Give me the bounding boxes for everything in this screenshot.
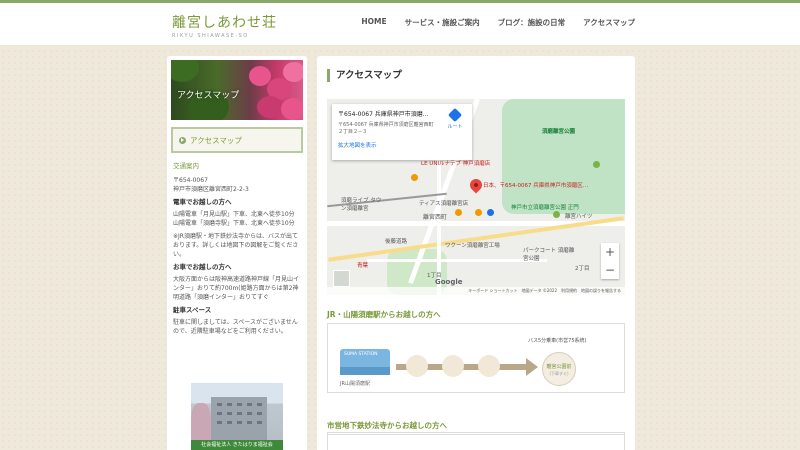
nav-item-home[interactable]: HOME <box>361 17 386 28</box>
photo-caption: 社会福祉法人 きたはりま福祉会 <box>191 440 283 450</box>
map-footer: キーボード ショートカット 地図データ ©2022 利用規約 地図の誤りを報告す… <box>327 287 625 295</box>
bus-time-label: バス5分乗車(市営75系統) <box>528 338 587 344</box>
chevron-circle-icon <box>179 136 186 144</box>
map-park-label: 須磨離宮公園 <box>542 129 576 135</box>
traffic-heading: 交通案内 <box>173 162 199 170</box>
destination-name: 離宮公園前 <box>546 364 572 370</box>
parking-text: 駐車に関しましては、スペースがございませんので、近隣駐車場などをご利用ください。 <box>173 319 298 335</box>
station-label: JR山陽須磨駅 <box>340 381 370 387</box>
postal-code: 〒654-0067 <box>173 177 208 184</box>
map-pin-icon[interactable] <box>467 176 485 194</box>
restaurant-icon[interactable] <box>411 174 418 181</box>
logo-english: RIKYU SHIAWASE-SO <box>172 33 249 39</box>
zoom-out-icon[interactable]: − <box>601 261 619 279</box>
train-note: ※JR須磨駅・地下鉄妙法寺からは、バスが出ております。詳しくは地図下の図解をご覧… <box>173 233 299 258</box>
nav-item-blog[interactable]: ブログ：施設の日常 <box>498 17 566 28</box>
map-label-tias: ティアス須磨離宮店 <box>419 201 469 207</box>
main-nav: HOME サービス・施設ご案内 ブログ：施設の日常 アクセスマップ <box>361 17 635 28</box>
map-label-factory: ワクーン須磨離宮工場 <box>445 243 500 249</box>
car-text: 大阪方面からは阪神高速道路神戸線「月見山インター」おりて約700m(姫路方面から… <box>173 276 300 301</box>
facility-photo[interactable]: 社会福祉法人 きたはりま福祉会 <box>191 383 283 450</box>
park-icon[interactable] <box>593 161 600 168</box>
google-logo: Google <box>435 278 463 286</box>
map-label-rikyu-nishi: 離宮西町 <box>423 214 448 221</box>
map-label-store: LE UNIルナテブ 神戸須磨店 <box>421 161 491 167</box>
restaurant-icon[interactable] <box>475 209 482 216</box>
sidebar-banner-title: アクセスマップ <box>177 91 240 101</box>
route-arrow-icon <box>526 358 538 376</box>
map-label-town: 須磨ライブ タウン須磨離宮 <box>341 198 382 212</box>
park-icon[interactable] <box>553 211 560 218</box>
nav-item-services[interactable]: サービス・施設ご案内 <box>405 17 480 28</box>
bus-stop-marker <box>406 355 428 377</box>
shop-icon[interactable] <box>487 209 494 216</box>
map-card-title: 〒654-0067 兵庫県神戸市須磨... <box>338 111 429 118</box>
destination-stop: 離宮公園前 (下車すぐ) <box>542 352 576 386</box>
route-label: ルート <box>447 124 463 130</box>
address: 神戸市須磨区離宮西町2-2-3 <box>173 186 249 193</box>
train-heading: 電車でお越しの方へ <box>173 198 232 206</box>
traffic-info: 交通案内 〒654-0067 神戸市須磨区離宮西町2-2-3 電車でお越しの方へ… <box>173 162 303 336</box>
site-logo[interactable]: 離宮しあわせ荘 RIKYU SHIAWASE-SO <box>172 12 277 39</box>
station-icon: SUMA STATION <box>340 349 390 375</box>
bus-stop-marker <box>442 355 464 377</box>
sidebar-nav-label: アクセスマップ <box>190 135 242 145</box>
station-sign: SUMA STATION <box>344 352 378 357</box>
section-jr-title: JR・山陽須磨駅からお越しの方へ <box>327 309 625 324</box>
map-label-aoba: 青葉 <box>357 263 369 269</box>
car-heading: お車でお越しの方へ <box>173 263 232 271</box>
zoom-in-icon[interactable]: + <box>601 243 619 261</box>
map-label-heights: 離宮ハイツ <box>565 214 593 220</box>
directions-icon <box>447 107 463 123</box>
sidebar-banner-image: アクセスマップ <box>171 60 303 120</box>
restaurant-icon[interactable] <box>455 209 462 216</box>
sidebar: アクセスマップ アクセスマップ 交通案内 〒654-0067 神戸市須磨区離宮西… <box>167 56 307 450</box>
map-card-address: 〒654-0067 兵庫県神戸市須磨区離宮西町２丁目２−３ <box>338 122 434 135</box>
logo-japanese: 離宮しあわせ荘 <box>172 15 277 31</box>
street-view-icon[interactable] <box>333 270 350 287</box>
bus-stop-marker <box>478 355 500 377</box>
train-line-2: 山陽電車「須磨寺駅」下車、北東へ徒歩10分 <box>173 220 295 227</box>
map-info-card: 〒654-0067 兵庫県神戸市須磨... 〒654-0067 兵庫県神戸市須磨… <box>332 104 472 160</box>
page-title: アクセスマップ <box>327 69 402 82</box>
nav-item-access-map[interactable]: アクセスマップ <box>583 17 635 28</box>
map-pin-label: 日本、〒654-0067 兵庫県神戸市須磨区… <box>483 183 589 189</box>
route-diagram-jr: SUMA STATION JR山陽須磨駅 バス5分乗車(市営75系統) 離宮公園… <box>327 323 625 393</box>
google-map[interactable]: 〒654-0067 兵庫県神戸市須磨... 〒654-0067 兵庫県神戸市須磨… <box>327 99 625 295</box>
map-route-button[interactable]: ルート <box>444 107 466 130</box>
map-label-parkcourt: パークコート 須磨離宮公園 <box>523 248 575 262</box>
site-header: 離宮しあわせ荘 RIKYU SHIAWASE-SO HOME サービス・施設ご案… <box>0 3 800 45</box>
sidebar-nav-access-map[interactable]: アクセスマップ <box>171 127 303 153</box>
map-park-gate-label: 神戸市立須磨離宮公園 正門 <box>511 205 579 211</box>
parking-heading: 駐車スペース <box>173 306 212 314</box>
train-line-1: 山陽電車「月見山駅」下車、北東へ徒歩10分 <box>173 211 295 218</box>
map-label-2chome: 2丁目 <box>575 266 590 272</box>
main-content: アクセスマップ 〒654-0067 兵庫県神戸市須磨... 〒654-0067 … <box>317 56 635 450</box>
map-enlarge-link[interactable]: 拡大地図を表示 <box>338 141 466 149</box>
map-label-road: 後藤道路 <box>385 239 408 245</box>
route-diagram-subway <box>327 432 625 450</box>
destination-note: (下車すぐ) <box>549 371 569 376</box>
map-zoom-controls: + − <box>601 243 619 279</box>
